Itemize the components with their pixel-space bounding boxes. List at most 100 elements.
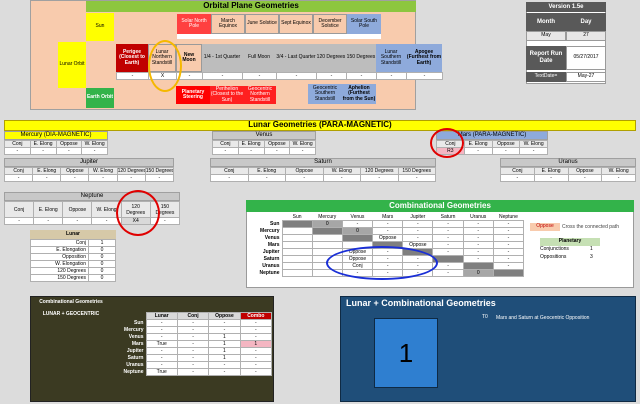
combo-cell: - (492, 262, 525, 270)
combo-geo-lunar: True (145, 340, 178, 348)
combo-cell (372, 241, 404, 249)
combo-cell: - (372, 262, 404, 270)
first-quarter-value: - (202, 72, 243, 80)
lunar-combo-title: Lunar + Combinational Geometries (346, 298, 496, 308)
orbital-title: Orbital Plane Geometries (86, 1, 416, 12)
mars-table: Conj E. Elong Oppose W. Elong R3- - - (436, 140, 548, 155)
combo-geo-oppose: - (208, 326, 241, 334)
first-quarter: 1/4 - 1st Quarter (202, 44, 242, 72)
combo-geo-oppose: - (208, 361, 241, 369)
combo-geo-combo: 1 (239, 340, 273, 348)
note-text: Mars and Saturn at Geocentric Opposition (496, 315, 590, 321)
combo-cell (281, 269, 313, 277)
combo-geo-conj: - (176, 368, 210, 376)
combo-geo-oppose: 1 (208, 333, 241, 341)
combo-cell: - (492, 227, 525, 235)
combo-cell (462, 262, 494, 270)
june-solstice: June Solstice (245, 14, 279, 34)
full-moon-value: - (242, 72, 277, 80)
jupiter-table: Conj E. Elong Oppose W. Elong 120 Degrees 150… (3, 167, 175, 182)
lunar-orbit-cell: Lunar Orbit (58, 42, 86, 88)
combo-geo-planet: Mercury (124, 327, 144, 333)
combo-geo-oppose: 1 (208, 347, 241, 355)
combo-cell (311, 241, 343, 249)
geocentric-northern-standstill: Geocentric Northern Standstill (244, 86, 276, 104)
combo-cell: - (432, 227, 464, 235)
combo-cell: - (492, 248, 525, 256)
day-value[interactable]: 27 (566, 31, 606, 41)
combo-geo-combo: - (239, 333, 273, 341)
combo-cell: - (372, 227, 404, 235)
combo-cell (341, 234, 374, 242)
oppositions-label: Oppositions (540, 254, 567, 260)
combo-geo-planet: Venus (128, 334, 144, 340)
combo-cell: Conj (341, 262, 374, 270)
combo-cell (311, 234, 343, 242)
combo-cell: - (372, 248, 404, 256)
mercury-table: Conj E. Elong Oppose W. Elong ---- (4, 140, 108, 155)
combo-cell (311, 248, 343, 256)
combo-geo-oppose: - (208, 319, 241, 327)
combo-cell (281, 227, 313, 235)
combo-cell (311, 255, 343, 263)
month-label: Month (526, 13, 566, 31)
combo-cell: - (462, 220, 494, 228)
combo-cell: - (372, 220, 404, 228)
planetary-title: Planetary (540, 238, 600, 246)
solar-south-pole: Solar South Pole (347, 14, 381, 34)
saturn-header: Saturn (210, 158, 436, 167)
combo-geo-combo: - (239, 347, 273, 355)
combo-cell: - (372, 255, 404, 263)
full-moon: Full Moon (242, 44, 276, 72)
combo-cell: - (341, 220, 374, 228)
combo-geo-conj: - (176, 361, 210, 369)
combo-row-header: Sun (270, 221, 280, 227)
lunar-geo-title: Lunar Geometries (PARA-MAGNETIC) (4, 120, 636, 131)
lunar-box-table: Conj 1 E. Elongation 0 Opposition 0 W. Elon… (30, 239, 116, 282)
combo-cell: - (462, 241, 494, 249)
combo-cell: - (341, 269, 374, 277)
combo-cell (281, 248, 313, 256)
combo-row-header: Jupiter (262, 249, 280, 255)
combo-cell (492, 269, 525, 277)
combo-geo-lunar: - (145, 319, 178, 327)
apogee-cell: Apogee (Furthest from Earth) (406, 44, 442, 72)
sun-cell: Sun (86, 13, 114, 41)
day-label: Day (566, 13, 606, 31)
december-solstice: December Solstice (313, 14, 347, 34)
combo-cell: - (462, 227, 494, 235)
combo-row-header: Uranus (262, 263, 280, 269)
last-quarter-value: - (276, 72, 317, 80)
venus-header: Venus (212, 131, 316, 140)
combo-cell: 0 (341, 227, 374, 235)
combo-cell: - (462, 255, 494, 263)
uranus-table: Conj E. Elong Oppose W. Elong ---- (500, 167, 636, 182)
combo-geo-conj: - (176, 340, 210, 348)
combo-cell: - (432, 269, 464, 277)
combo-geo-lunar: - (145, 333, 178, 341)
perihelion-cell: Perihelion (Closest to the Sun) (210, 85, 244, 104)
lunar-southern-standstill: Lunar Southern Standstill (376, 44, 406, 72)
solar-north-pole: Solar North Pole (177, 14, 211, 34)
lunar-combo-count: 1 (374, 318, 438, 388)
uranus-header: Uranus (500, 158, 636, 167)
venus-table: Conj E. Elong Oppose W. Elong ---- (212, 140, 316, 155)
planetary-steering: Planetary Steering (176, 86, 210, 104)
orbital-120-value: - (316, 72, 347, 80)
march-equinox: March Equinox (211, 14, 245, 34)
combo-cell: - (462, 234, 494, 242)
combo-cell (311, 269, 343, 277)
combo-cell (341, 241, 374, 249)
combo-geo-planet: Sun (134, 320, 144, 326)
legend-text: Cross the connected path (562, 224, 619, 230)
combo-geo-col-header: Conj (176, 312, 210, 320)
textdate-label: TextDate= (526, 72, 566, 82)
combo-geo-oppose: - (208, 368, 241, 376)
combo-cell: - (432, 241, 464, 249)
oppositions-value: 3 (590, 254, 593, 260)
combo-geo-table: Lunar Conj Oppose Combo Sun - - - - Mercury - - - - Ve… (112, 312, 273, 376)
combo-cell: - (432, 248, 464, 256)
northern-standstill-value: X (148, 72, 177, 80)
month-value[interactable]: May (526, 31, 566, 41)
combo-cell: - (492, 220, 525, 228)
